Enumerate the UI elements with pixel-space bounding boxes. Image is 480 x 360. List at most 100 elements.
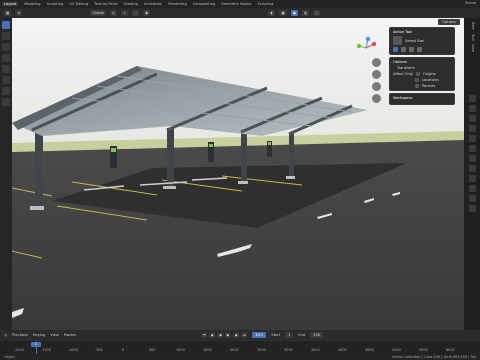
ruler-tick: -1500: [41, 348, 51, 352]
tab-texture-paint[interactable]: Texture Paint: [94, 2, 117, 6]
tab-uv-editing[interactable]: UV Editing: [69, 2, 88, 6]
constraints-icon[interactable]: [468, 185, 476, 193]
play-reverse-icon[interactable]: ◀: [217, 332, 224, 338]
annotate-tool[interactable]: [2, 87, 10, 95]
navigation-gizmo[interactable]: [354, 36, 378, 60]
end-frame-field[interactable]: 250: [310, 332, 324, 338]
tab-geometry-nodes[interactable]: Geometry Nodes: [221, 2, 251, 6]
keying-menu[interactable]: Keying: [33, 333, 45, 337]
next-key-icon[interactable]: ◆: [233, 332, 240, 338]
select-box-tool[interactable]: [2, 21, 10, 29]
object-properties-icon[interactable]: [468, 145, 476, 153]
view-menu[interactable]: View: [50, 333, 59, 337]
tab-animation[interactable]: Animation: [144, 2, 162, 6]
jump-end-icon[interactable]: ⏭: [241, 332, 248, 338]
tab-rendering[interactable]: Rendering: [168, 2, 186, 6]
zoom-icon[interactable]: [372, 58, 381, 67]
tab-compositing[interactable]: Compositing: [193, 2, 216, 6]
ruler-tick: 0: [122, 348, 125, 352]
options-panel: Options Transform Affect Only Origins Lo…: [389, 57, 455, 91]
tab-sculpting[interactable]: Sculpting: [47, 2, 64, 6]
editor-type-button[interactable]: ▦: [4, 10, 12, 16]
physics-icon[interactable]: [468, 175, 476, 183]
output-properties-icon[interactable]: [468, 105, 476, 113]
mode-subtract-icon[interactable]: [409, 47, 414, 52]
ruler-tick: 5500: [419, 348, 428, 352]
workspace-tabs-bar: Layout Modeling Sculpting UV Editing Tex…: [0, 0, 480, 8]
data-properties-icon[interactable]: [468, 195, 476, 203]
prev-key-icon[interactable]: ◆: [209, 332, 216, 338]
rotate-tool[interactable]: [2, 54, 10, 62]
scene-properties-icon[interactable]: [468, 125, 476, 133]
tab-tool[interactable]: Tool: [469, 34, 475, 41]
current-frame-field[interactable]: 30/1: [252, 332, 267, 338]
parents-label: Parents: [422, 84, 436, 88]
start-frame-field[interactable]: 1: [285, 332, 294, 338]
pivot-icon[interactable]: ◎: [109, 10, 118, 16]
playback-menu[interactable]: Playback: [12, 333, 28, 337]
camera-icon[interactable]: [372, 82, 381, 91]
affect-only-label: Affect Only: [393, 72, 413, 76]
options-header[interactable]: Options: [393, 60, 451, 64]
ruler-tick: -500: [95, 348, 103, 352]
locations-label: Locations: [422, 78, 440, 82]
material-properties-icon[interactable]: [468, 205, 476, 213]
toolbar-left: [0, 18, 12, 330]
mode-extend-icon[interactable]: [401, 47, 406, 52]
current-frame-badge[interactable]: 1: [31, 342, 41, 347]
scene-selector[interactable]: Scene: [465, 1, 476, 5]
snap-icon[interactable]: ⌖: [121, 10, 129, 16]
measure-tool[interactable]: [2, 98, 10, 106]
play-icon[interactable]: ▶: [225, 332, 232, 338]
locations-checkbox[interactable]: [415, 78, 419, 82]
transform-subpanel[interactable]: Transform: [397, 66, 415, 70]
marker-menu[interactable]: Marker: [64, 333, 76, 337]
render-properties-icon[interactable]: [468, 95, 476, 103]
workspace-panel: Workspace: [389, 93, 455, 105]
mode-intersect-icon[interactable]: [417, 47, 422, 52]
parents-checkbox[interactable]: [415, 84, 419, 88]
tab-shading[interactable]: Shading: [123, 2, 138, 6]
shading-solid-icon[interactable]: ●: [290, 10, 298, 16]
mode-set-icon[interactable]: [393, 47, 398, 52]
particles-icon[interactable]: [468, 165, 476, 173]
sidebar-n-panel: Active Tool Select Box Options Transform…: [389, 27, 455, 107]
options-dropdown[interactable]: Options: [438, 19, 460, 25]
transform-tool[interactable]: [2, 76, 10, 84]
overlay-icon[interactable]: ◐: [268, 10, 276, 16]
timeline-editor-icon[interactable]: ◷: [4, 333, 7, 337]
timeline-ruler[interactable]: 1 -2000 -1500 -1000 -500 0 500 1000 1500 2000 250…: [0, 340, 480, 355]
tab-layout[interactable]: Layout: [2, 2, 19, 6]
ruler-tick: 4000: [338, 348, 347, 352]
status-mode: Object: [4, 355, 16, 359]
proportional-edit-icon[interactable]: ◌: [132, 10, 140, 16]
world-properties-icon[interactable]: [468, 135, 476, 143]
tab-modeling[interactable]: Modeling: [24, 2, 40, 6]
workspace-header[interactable]: Workspace: [393, 96, 451, 100]
pan-icon[interactable]: [372, 70, 381, 79]
n-panel-tabs: Item Tool View: [464, 18, 480, 330]
perspective-icon[interactable]: [372, 94, 381, 103]
ruler-tick: 3500: [311, 348, 320, 352]
tab-view[interactable]: View: [469, 44, 475, 52]
origins-checkbox[interactable]: [415, 72, 420, 76]
scale-tool[interactable]: [2, 65, 10, 73]
ruler-tick: 2000: [230, 348, 239, 352]
active-tool-header[interactable]: Active Tool: [393, 30, 451, 34]
viewport-header: ▦ ≡ Global ◎ ⌖ ◌ ◉ ◐ ▣ ● ◍ ○: [0, 8, 480, 18]
view-menu-button[interactable]: ≡: [15, 10, 23, 16]
active-tool-panel: Active Tool Select Box: [389, 27, 455, 55]
cursor-tool[interactable]: [2, 32, 10, 40]
tab-item[interactable]: Item: [469, 22, 475, 30]
origins-label: Origins: [422, 72, 436, 76]
jump-start-icon[interactable]: ⏮: [201, 332, 208, 338]
view-layer-icon[interactable]: [468, 115, 476, 123]
modifier-properties-icon[interactable]: [468, 155, 476, 163]
shading-material-icon[interactable]: ◍: [302, 10, 310, 16]
xray-icon[interactable]: ▣: [279, 10, 287, 16]
shading-rendered-icon[interactable]: ○: [313, 10, 321, 16]
move-tool[interactable]: [2, 43, 10, 51]
transform-orientation-dropdown[interactable]: Global: [90, 10, 106, 16]
visibility-icon[interactable]: ◉: [143, 10, 151, 16]
tab-scripting[interactable]: Scripting: [257, 2, 273, 6]
